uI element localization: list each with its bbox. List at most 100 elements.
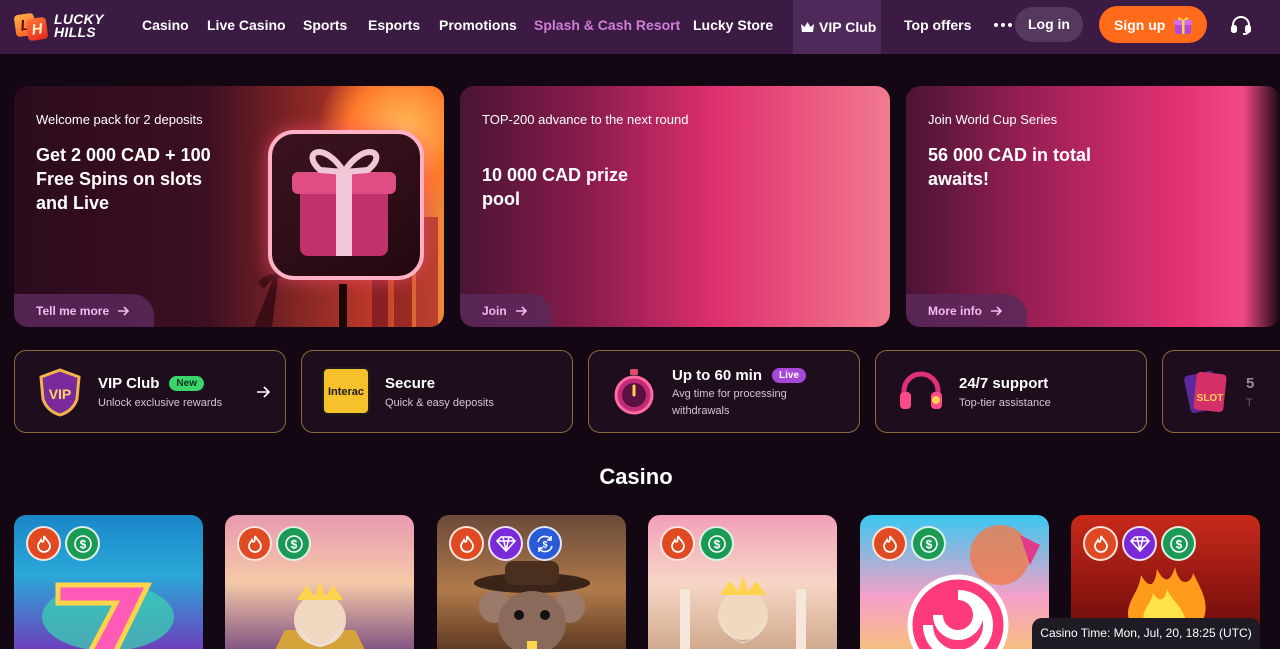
nav-live-casino[interactable]: Live Casino [207,0,286,54]
swap-cash-icon: $ [527,526,562,561]
svg-text:SLOT: SLOT [1197,393,1224,404]
cta-label: Tell me more [36,303,110,318]
arrow-right-icon [257,386,271,398]
feature-card-secure[interactable]: Interac Secure Quick & easy deposits [301,350,573,433]
svg-text:$: $ [713,537,720,551]
nav-sports[interactable]: Sports [303,0,347,54]
feature-card-support[interactable]: 24/7 support Top-tier assistance [875,350,1147,433]
banner-eyebrow: Join World Cup Series [928,112,1058,127]
banner-eyebrow: Welcome pack for 2 deposits [36,112,203,127]
stopwatch-icon [609,367,659,417]
brand-logo[interactable]: L H LUCKY HILLS [13,9,118,43]
feature-title: VIP Club New [98,375,204,392]
cash-icon: $ [699,526,734,561]
feature-title: Up to 60 min Live [672,367,807,384]
cash-icon: $ [65,526,100,561]
feature-card-slots[interactable]: SLOT 5 T [1162,350,1280,433]
slot-cards-icon: SLOT [1183,367,1233,417]
signup-button[interactable]: Sign up [1099,6,1207,43]
signup-button-label: Sign up [1114,16,1166,33]
banner-eyebrow: TOP-200 advance to the next round [482,112,689,127]
feature-title: Secure [385,375,436,392]
banner-headline: Get 2 000 CAD + 100 Free Spins on slots … [36,145,211,213]
feature-subtitle: T [1246,397,1253,409]
game-tags: $ [1083,526,1196,561]
interac-icon: Interac [322,367,372,417]
promo-banner-top200[interactable]: TOP-200 advance to the next round 10 000… [460,86,890,327]
vip-shield-icon: VIP [35,367,85,417]
promo-banner-welcome[interactable]: Welcome pack for 2 deposits Get 2 000 CA… [14,86,444,327]
arrow-right-icon [515,305,527,316]
fire-icon [26,526,61,561]
join-button[interactable]: Join [460,294,552,327]
live-badge: Live [772,368,807,383]
game-tile[interactable]: $ [648,515,837,649]
game-tags: $ [26,526,100,561]
sign-pole [339,284,347,327]
zeus-temple-art [680,576,806,649]
nav-splash-cash-resort[interactable]: Splash & Cash Resort [534,0,680,54]
cash-icon: $ [911,526,946,561]
feature-subtitle: Unlock exclusive rewards [98,397,223,409]
promo-banner-world-cup[interactable]: Join World Cup Series 56 000 CAD in tota… [906,86,1280,327]
svg-text:VIP: VIP [49,386,72,402]
nav-top-offers[interactable]: Top offers [904,0,971,54]
feature-subtitle: Avg time for processing withdrawals [672,388,787,417]
game-tile[interactable]: $ [14,515,203,649]
headphones-icon [896,367,946,417]
game-tile[interactable]: $ [437,515,626,649]
fire-icon [872,526,907,561]
gift-box-sign-graphic [268,130,424,280]
rat-bandit-art [474,561,590,649]
nav-casino[interactable]: Casino [142,0,189,54]
svg-text:$: $ [925,537,932,551]
crown-icon [801,22,814,32]
feature-card-vip[interactable]: VIP VIP Club New Unlock exclusive reward… [14,350,286,433]
game-tile[interactable]: $ [225,515,414,649]
fire-icon [449,526,484,561]
cta-label: More info [928,303,982,318]
logo-mark-icon: L H [13,10,49,42]
top-header: L H LUCKY HILLS Casino Live Casino Sport… [0,0,1280,54]
game-tags: $ [449,526,562,561]
casino-time-bar: Casino Time: Mon, Jul, 20, 18:25 (UTC) [1032,618,1260,649]
gem-icon [488,526,523,561]
banner-headline: 56 000 CAD in total awaits! [928,145,1092,189]
feature-card-withdrawals[interactable]: Up to 60 min Live Avg time for processin… [588,350,860,433]
lucky-seven-art [42,582,174,649]
nav-vip-club[interactable]: VIP Club [793,0,881,54]
banner-headline: 10 000 CAD prize pool [482,165,629,209]
game-tags: $ [660,526,734,561]
nav-promotions[interactable]: Promotions [439,0,517,54]
game-tags: $ [872,526,946,561]
nav-lucky-store[interactable]: Lucky Store [693,0,773,54]
arrow-right-icon [118,305,130,316]
fire-icon [237,526,272,561]
login-button[interactable]: Log in [1015,7,1083,42]
game-tile[interactable]: $ [860,515,1049,649]
gem-icon [1122,526,1157,561]
feature-title: 5 [1246,375,1255,392]
zeus-art [275,581,365,649]
arrow-right-icon [991,305,1003,316]
feature-subtitle: Top-tier assistance [959,397,1051,409]
feature-title: 24/7 support [959,375,1049,392]
svg-text:Interac: Interac [328,386,364,398]
svg-text:$: $ [1175,537,1182,551]
more-info-button[interactable]: More info [906,294,1027,327]
svg-text:$: $ [79,537,86,551]
nav-vip-club-label: VIP Club [819,19,877,35]
cta-label: Join [482,303,507,318]
cash-icon: $ [1161,526,1196,561]
game-tags: $ [237,526,311,561]
more-dots-icon[interactable] [992,15,1014,35]
tell-me-more-button[interactable]: Tell me more [14,294,155,327]
nav-esports[interactable]: Esports [368,0,420,54]
fire-icon [660,526,695,561]
cash-icon: $ [276,526,311,561]
fire-blaze-art [1127,567,1206,625]
casino-section-title: Casino [599,464,673,489]
new-badge: New [169,376,204,391]
headset-icon[interactable] [1230,14,1252,36]
svg-text:$: $ [542,539,547,549]
